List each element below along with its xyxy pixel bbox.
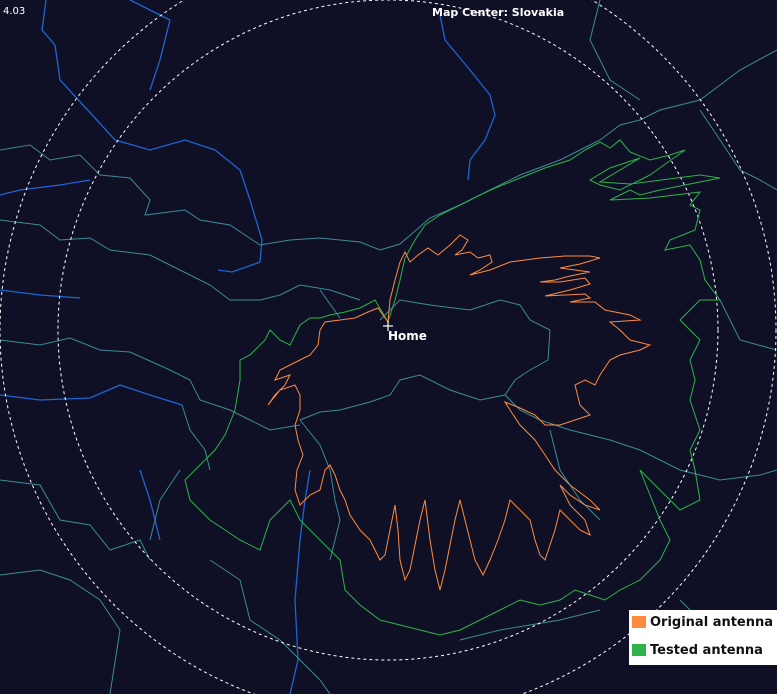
border-17 [149, 469, 181, 541]
border-1 [0, 49, 777, 251]
legend-item-tested: Tested antenna [632, 641, 763, 659]
range-ring-outer [0, 0, 777, 694]
border-6 [181, 404, 211, 471]
map-viewport[interactable]: 4.03 Map Center: Slovakia Home Original … [0, 0, 777, 694]
original-antenna-pattern [267, 234, 652, 591]
legend-label-original: Original antenna [650, 614, 774, 630]
border-8 [504, 394, 777, 481]
border-5 [0, 337, 301, 431]
border-10 [0, 479, 151, 561]
legend-label-tested: Tested antenna [650, 642, 763, 658]
border-9 [549, 429, 601, 521]
river-2 [217, 261, 261, 273]
border-16 [719, 299, 777, 351]
border-15 [699, 109, 777, 191]
border-13 [459, 609, 601, 641]
borders [0, 0, 777, 694]
range-rings [0, 0, 777, 694]
map-title: Map Center: Slovakia [432, 6, 565, 19]
river-5 [0, 179, 91, 196]
border-14 [589, 0, 641, 101]
border-2 [0, 219, 361, 301]
border-11 [0, 569, 121, 694]
legend-item-original: Original antenna [632, 613, 773, 631]
legend-swatch-original [632, 616, 646, 628]
coverage-map[interactable] [0, 0, 777, 694]
tested-antenna-pattern [184, 139, 721, 636]
border-12 [209, 559, 331, 694]
legend-swatch-tested [632, 644, 646, 656]
river-6 [0, 384, 183, 406]
river-1 [41, 0, 263, 263]
legend: Original antenna Tested antenna [629, 610, 777, 665]
home-label: Home [388, 329, 427, 343]
river-4 [439, 14, 496, 181]
zoom-level: 4.03 [3, 6, 26, 17]
river-7 [0, 289, 81, 299]
river-3 [129, 0, 171, 91]
rivers [0, 0, 496, 694]
river-9 [139, 469, 161, 541]
